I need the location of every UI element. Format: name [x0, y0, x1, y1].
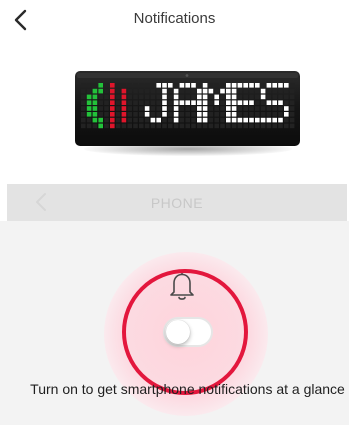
setting-description: Turn on to get smartphone notifications … — [30, 381, 345, 397]
top-nav-bar: Notifications — [0, 0, 349, 40]
lametric-device — [75, 71, 300, 146]
section-label: PHONE — [150, 195, 204, 211]
device-preview — [0, 40, 349, 183]
section-tab-bar: PHONE — [7, 184, 347, 221]
page-title: Notifications — [133, 10, 216, 27]
highlight-ring — [122, 269, 248, 395]
